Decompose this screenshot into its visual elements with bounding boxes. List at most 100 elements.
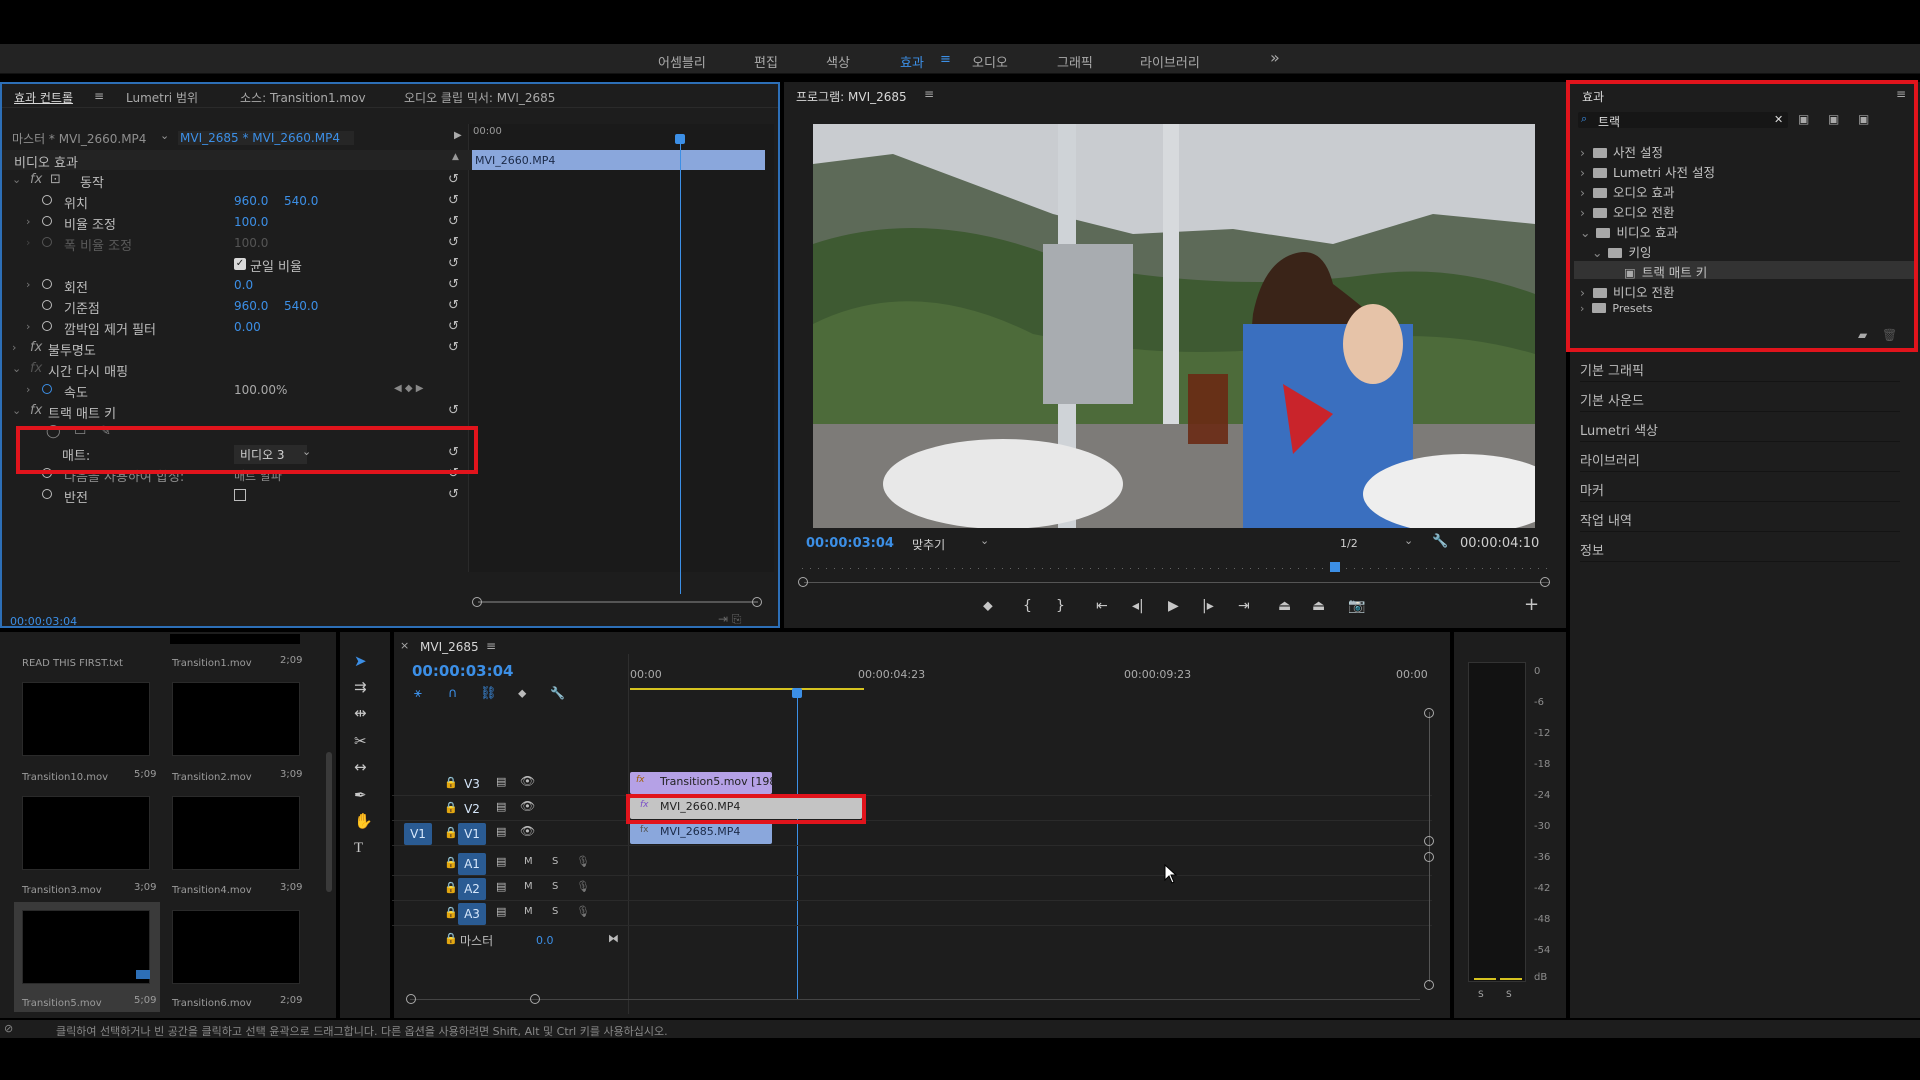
sync-lock-icon[interactable]: ▤ (496, 825, 506, 838)
sync-lock-icon[interactable]: ▤ (496, 905, 506, 918)
zoom-handle-right[interactable] (530, 994, 540, 1004)
export-frame-icon[interactable]: 📷 (1348, 598, 1365, 614)
project-thumb[interactable] (22, 796, 150, 870)
lock-icon[interactable]: 🔒 (444, 801, 458, 814)
sync-lock-icon[interactable]: ▤ (496, 880, 506, 893)
meter-solo-right[interactable]: S (1506, 990, 1512, 1000)
workspace-tab-effects[interactable]: 효과 (900, 52, 924, 71)
workspace-tab-graphics[interactable]: 그래픽 (1057, 52, 1093, 71)
solo-button[interactable]: S (552, 856, 558, 867)
zoom-handle-left[interactable] (472, 597, 482, 607)
anchor-x-value[interactable]: 960.0 (234, 299, 268, 313)
chevron-down-icon[interactable]: ⌄ (1404, 534, 1413, 547)
sync-lock-icon[interactable]: ▤ (496, 855, 506, 868)
program-zoom-bar[interactable] (804, 582, 1550, 583)
snap-icon[interactable]: ∩ (448, 686, 458, 701)
eye-icon[interactable]: 👁 (520, 774, 535, 788)
clip-dropdown-icon[interactable]: ⌄ (160, 129, 169, 142)
video-frame[interactable] (813, 124, 1535, 528)
program-timecode[interactable]: 00:00:03:04 (806, 536, 894, 551)
position-y-value[interactable]: 540.0 (284, 194, 318, 208)
uniform-scale-checkbox[interactable]: ✓ (234, 258, 246, 270)
time-remap-row[interactable]: ⌄ fx 시간 다시 매핑 (2, 359, 472, 380)
timeline-settings-wrench-icon[interactable]: 🔧 (550, 686, 565, 700)
project-item-name[interactable]: Transition1.mov (172, 658, 252, 669)
workspace-menu-icon[interactable]: ≡ (940, 52, 951, 67)
mark-in-icon[interactable]: { (1023, 598, 1032, 614)
lock-icon[interactable]: 🔒 (444, 906, 458, 919)
stopwatch-icon[interactable] (42, 489, 52, 499)
track-target-a3[interactable]: A3 (458, 903, 486, 925)
reverse-checkbox[interactable] (234, 489, 246, 501)
play-icon[interactable]: ▶ (1168, 598, 1179, 614)
rotation-value[interactable]: 0.0 (234, 278, 253, 292)
project-item-name[interactable]: READ THIS FIRST.txt (22, 658, 123, 669)
project-thumb[interactable] (172, 910, 300, 984)
stopwatch-icon[interactable] (42, 384, 52, 394)
type-tool-icon[interactable]: T (354, 840, 363, 857)
workspace-tab-libraries[interactable]: 라이브러리 (1140, 52, 1200, 71)
lift-icon[interactable]: ⏏ (1278, 598, 1291, 614)
hand-icon[interactable]: ✋ (354, 812, 373, 830)
audio-scroll-handle[interactable] (1424, 852, 1434, 862)
project-item-name[interactable]: Transition3.mov (22, 885, 102, 896)
timeline-zoom-bar[interactable] (410, 999, 1420, 1000)
audio-scroll-handle[interactable] (1424, 980, 1434, 990)
reset-icon[interactable]: ↺ (448, 172, 459, 187)
stopwatch-icon[interactable] (42, 216, 52, 226)
panel-lumetri-color[interactable]: Lumetri 색상 (1580, 412, 1900, 442)
tab-effect-controls[interactable]: 효과 컨트롤 (14, 89, 73, 106)
program-title[interactable]: 프로그램: MVI_2685 (796, 88, 907, 105)
zoom-handle-left[interactable] (406, 994, 416, 1004)
panel-essential-graphics[interactable]: 기본 그래픽 (1580, 352, 1900, 382)
position-x-value[interactable]: 960.0 (234, 194, 268, 208)
track-target-v3[interactable]: V3 (458, 773, 486, 795)
timeline-playhead-handle[interactable] (792, 688, 802, 698)
stopwatch-icon[interactable] (42, 300, 52, 310)
slip-icon[interactable]: ↔ (354, 758, 367, 776)
project-item-name[interactable]: Transition5.mov (22, 998, 102, 1009)
program-time-ruler[interactable] (802, 568, 1548, 569)
program-menu-icon[interactable]: ≡ (924, 87, 934, 101)
opacity-row[interactable]: › fx 불투명도 ↺ (2, 338, 472, 359)
go-to-out-icon[interactable]: ⇥ (1238, 598, 1250, 614)
video-scroll-handle[interactable] (1424, 836, 1434, 846)
solo-button[interactable]: S (552, 881, 558, 892)
workspace-tab-color[interactable]: 색상 (826, 52, 850, 71)
eye-icon[interactable]: 👁 (520, 799, 535, 813)
lock-icon[interactable]: 🔒 (444, 881, 458, 894)
mic-icon[interactable]: 🎙 (576, 855, 590, 868)
workspace-tab-editing[interactable]: 편집 (754, 52, 778, 71)
project-item-name[interactable]: Transition10.mov (22, 772, 108, 783)
track-target-a2[interactable]: A2 (458, 878, 486, 900)
mini-playhead[interactable] (680, 134, 681, 594)
flicker-value[interactable]: 0.00 (234, 320, 261, 334)
source-patch-v1[interactable]: V1 (404, 823, 432, 845)
scroll-up-icon[interactable]: ▲ (452, 152, 459, 162)
chevron-down-icon[interactable]: ⌄ (980, 534, 989, 547)
track-target-a1[interactable]: A1 (458, 853, 486, 875)
track-select-icon[interactable]: ⇉ (354, 678, 367, 696)
mute-button[interactable]: M (524, 856, 533, 867)
meter-solo-left[interactable]: S (1478, 990, 1484, 1000)
master-volume-value[interactable]: 0.0 (536, 934, 554, 947)
clip-mvi-2685[interactable]: fx MVI_2685.MP4 (630, 822, 772, 844)
close-sequence-icon[interactable]: × (400, 639, 409, 652)
keyframe-nav-icon[interactable]: ◀ ◆ ▶ (394, 383, 423, 394)
stopwatch-icon[interactable] (42, 321, 52, 331)
workspace-tab-assembly[interactable]: 어셈블리 (658, 52, 706, 71)
track-matte-row[interactable]: ⌄ fx 트랙 매트 키 ↺ (2, 401, 472, 422)
project-thumb[interactable] (22, 682, 150, 756)
mute-button[interactable]: M (524, 881, 533, 892)
project-scrollbar[interactable] (326, 752, 332, 892)
mic-icon[interactable]: 🎙 (576, 905, 590, 918)
mic-icon[interactable]: 🎙 (576, 880, 590, 893)
mark-out-icon[interactable]: } (1056, 598, 1065, 614)
zoom-select[interactable]: 맞추기 (912, 536, 945, 553)
reset-icon[interactable]: ↺ (448, 277, 459, 292)
reset-icon[interactable]: ↺ (448, 340, 459, 355)
wrench-icon[interactable]: 🔧 (1432, 534, 1448, 549)
step-forward-icon[interactable]: |▸ (1202, 598, 1214, 614)
reset-icon[interactable]: ↺ (448, 319, 459, 334)
track-target-v2[interactable]: V2 (458, 798, 486, 820)
